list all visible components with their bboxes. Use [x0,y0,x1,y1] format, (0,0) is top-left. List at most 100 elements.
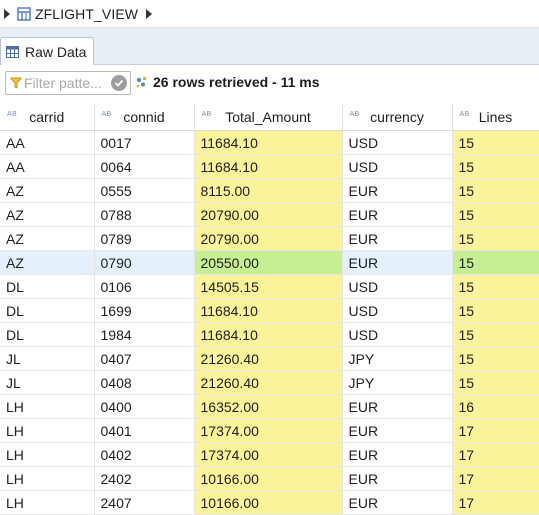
cell-total-amount[interactable]: 10166.00 [194,466,343,491]
table-row[interactable]: AZ 0789 20790.00 EUR 15 [0,226,539,251]
cell-total-amount[interactable]: 14505.15 [194,274,343,299]
table-row[interactable]: DL 1699 11684.10 USD 15 [0,298,539,323]
cell-total-amount[interactable]: 17374.00 [194,442,343,467]
cell-total-amount[interactable]: 11684.10 [194,130,343,155]
table-row[interactable]: LH 2407 10166.00 EUR 17 [0,490,539,515]
table-row[interactable]: JL 0407 21260.40 JPY 15 [0,346,539,371]
cell-connid[interactable]: 0106 [94,274,195,299]
column-header-lines[interactable]: AB Lines [452,104,539,131]
cell-connid[interactable]: 2407 [94,490,195,515]
cell-carrid[interactable]: JL [0,346,95,371]
cell-total-amount[interactable]: 11684.10 [194,298,343,323]
cell-total-amount[interactable]: 16352.00 [194,394,343,419]
cell-lines[interactable]: 15 [452,154,539,179]
table-row[interactable]: AZ 0788 20790.00 EUR 15 [0,202,539,227]
cell-connid[interactable]: 0407 [94,346,195,371]
cell-carrid[interactable]: LH [0,442,95,467]
cell-lines[interactable]: 15 [452,346,539,371]
cell-lines[interactable]: 17 [452,490,539,515]
table-row[interactable]: DL 0106 14505.15 USD 15 [0,274,539,299]
cell-carrid[interactable]: LH [0,490,95,515]
cell-currency[interactable]: USD [342,130,453,155]
cell-lines[interactable]: 15 [452,178,539,203]
cell-total-amount[interactable]: 20790.00 [194,226,343,251]
table-row[interactable]: LH 0400 16352.00 EUR 16 [0,394,539,419]
cell-connid[interactable]: 1984 [94,322,195,347]
cell-total-amount[interactable]: 11684.10 [194,322,343,347]
column-header-total-amount[interactable]: AB Total_Amount [194,104,343,131]
cell-total-amount[interactable]: 21260.40 [194,346,343,371]
table-row[interactable]: LH 0401 17374.00 EUR 17 [0,418,539,443]
cell-currency[interactable]: EUR [342,226,453,251]
cell-currency[interactable]: USD [342,298,453,323]
column-header-connid[interactable]: AB connid [94,104,195,131]
cell-lines[interactable]: 15 [452,250,539,275]
cell-total-amount[interactable]: 20550.00 [194,250,343,275]
tab-raw-data[interactable]: Raw Data [0,37,94,66]
cell-lines[interactable]: 17 [452,442,539,467]
filter-input[interactable] [24,75,106,91]
cell-connid[interactable]: 0788 [94,202,195,227]
table-row[interactable]: LH 0402 17374.00 EUR 17 [0,442,539,467]
cell-lines[interactable]: 15 [452,202,539,227]
filter-box[interactable] [5,71,131,95]
breadcrumb-next-arrow-icon[interactable] [146,8,153,19]
cell-total-amount[interactable]: 17374.00 [194,418,343,443]
cell-currency[interactable]: EUR [342,394,453,419]
cell-currency[interactable]: USD [342,154,453,179]
cell-currency[interactable]: EUR [342,466,453,491]
cell-currency[interactable]: JPY [342,370,453,395]
cell-carrid[interactable]: AZ [0,250,95,275]
cell-lines[interactable]: 15 [452,226,539,251]
cell-carrid[interactable]: AZ [0,202,95,227]
cell-lines[interactable]: 15 [452,130,539,155]
clear-filter-icon[interactable] [111,75,127,91]
cell-currency[interactable]: EUR [342,418,453,443]
cell-carrid[interactable]: DL [0,298,95,323]
cell-currency[interactable]: EUR [342,178,453,203]
cell-currency[interactable]: EUR [342,202,453,227]
column-header-carrid[interactable]: AB carrid [0,104,95,131]
cell-currency[interactable]: USD [342,274,453,299]
cell-currency[interactable]: EUR [342,442,453,467]
cell-lines[interactable]: 15 [452,298,539,323]
cell-carrid[interactable]: AZ [0,178,95,203]
cell-carrid[interactable]: LH [0,466,95,491]
cell-connid[interactable]: 0401 [94,418,195,443]
view-name[interactable]: ZFLIGHT_VIEW [35,6,138,22]
column-header-currency[interactable]: AB currency [342,104,453,131]
cell-lines[interactable]: 17 [452,418,539,443]
table-row[interactable]: AA 0064 11684.10 USD 15 [0,154,539,179]
cell-carrid[interactable]: JL [0,370,95,395]
cell-carrid[interactable]: LH [0,418,95,443]
cell-currency[interactable]: EUR [342,490,453,515]
table-row[interactable]: DL 1984 11684.10 USD 15 [0,322,539,347]
cell-lines[interactable]: 15 [452,370,539,395]
cell-lines[interactable]: 15 [452,322,539,347]
cell-carrid[interactable]: AA [0,130,95,155]
cell-carrid[interactable]: AA [0,154,95,179]
cell-connid[interactable]: 0017 [94,130,195,155]
cell-currency[interactable]: USD [342,322,453,347]
table-row[interactable]: AA 0017 11684.10 USD 15 [0,130,539,155]
cell-currency[interactable]: JPY [342,346,453,371]
cell-connid[interactable]: 0408 [94,370,195,395]
cell-carrid[interactable]: AZ [0,226,95,251]
cell-carrid[interactable]: DL [0,274,95,299]
cell-connid[interactable]: 0064 [94,154,195,179]
cell-connid[interactable]: 0790 [94,250,195,275]
cell-connid[interactable]: 0400 [94,394,195,419]
cell-lines[interactable]: 17 [452,466,539,491]
table-row[interactable]: LH 2402 10166.00 EUR 17 [0,466,539,491]
cell-carrid[interactable]: DL [0,322,95,347]
cell-lines[interactable]: 16 [452,394,539,419]
cell-connid[interactable]: 0555 [94,178,195,203]
expand-arrow-icon[interactable] [4,8,10,19]
table-row[interactable]: AZ 0790 20550.00 EUR 15 [0,250,539,275]
cell-carrid[interactable]: LH [0,394,95,419]
table-row[interactable]: JL 0408 21260.40 JPY 15 [0,370,539,395]
cell-total-amount[interactable]: 8115.00 [194,178,343,203]
cell-total-amount[interactable]: 11684.10 [194,154,343,179]
cell-total-amount[interactable]: 21260.40 [194,370,343,395]
cell-connid[interactable]: 2402 [94,466,195,491]
